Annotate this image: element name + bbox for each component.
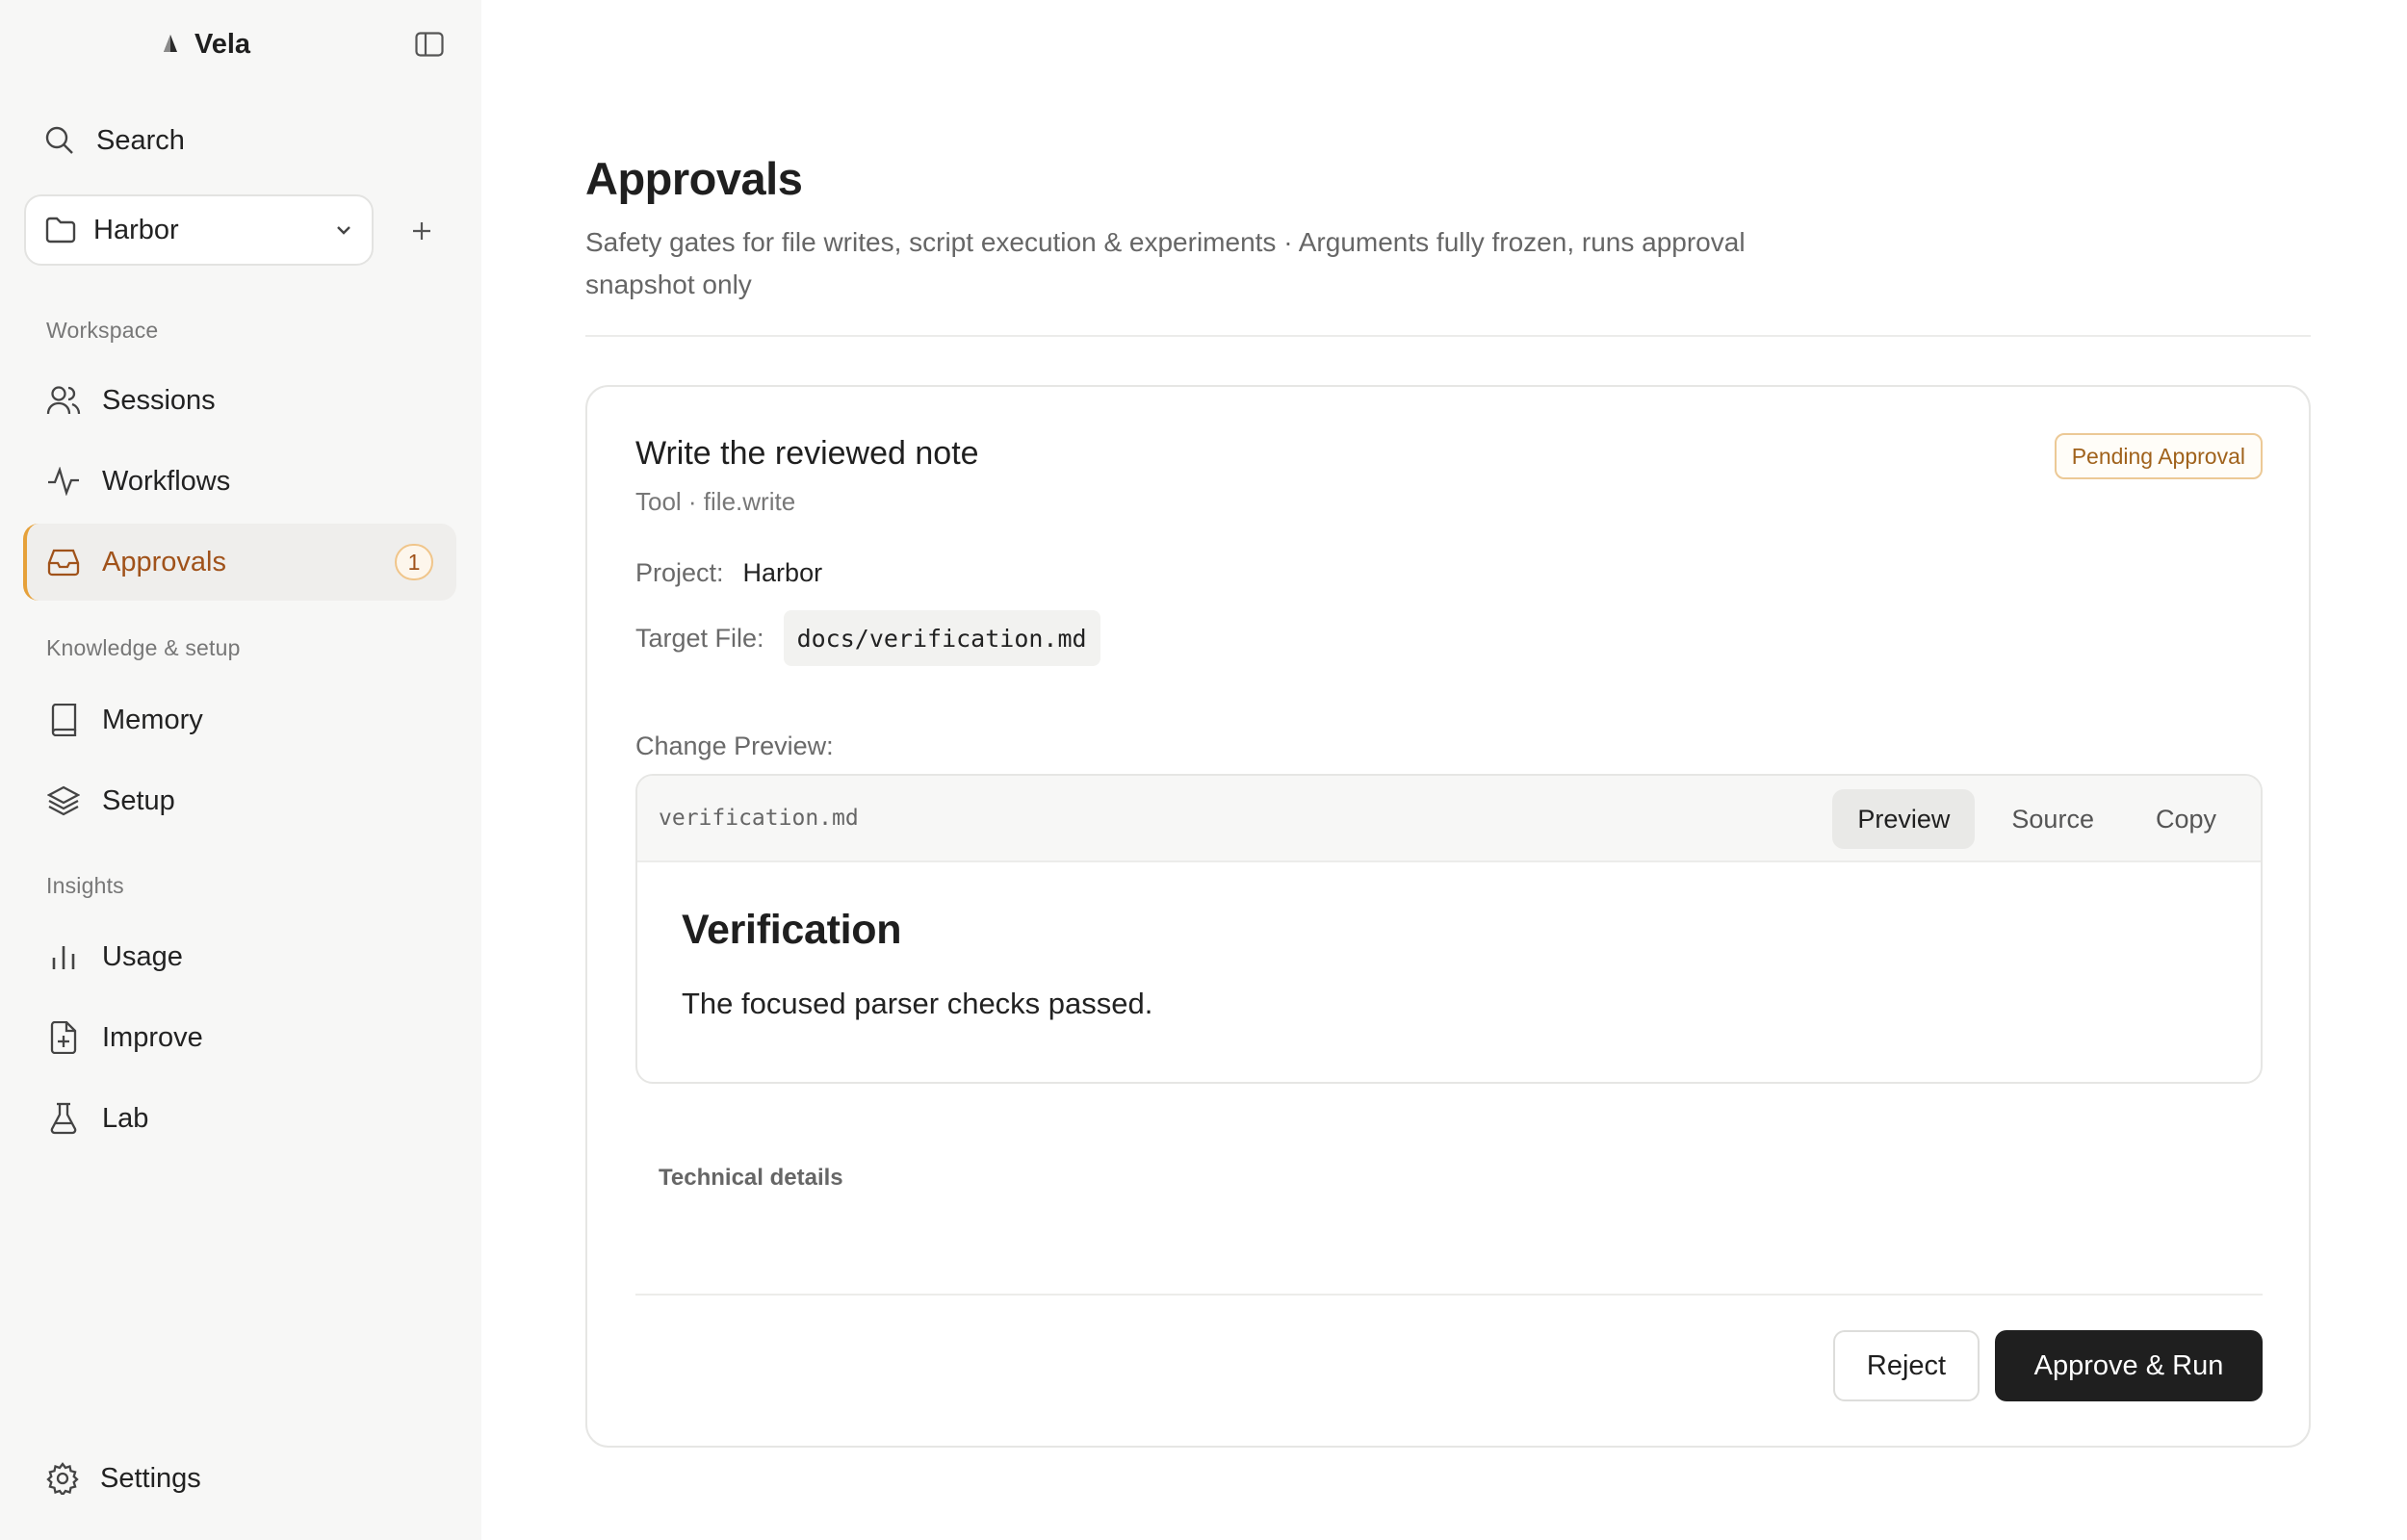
target-file-row: Target File: docs/verification.md — [635, 610, 1100, 666]
sidebar-toggle-icon[interactable] — [412, 27, 447, 62]
project-row: Project: Harbor — [635, 558, 822, 588]
section-title-workspace: Workspace — [46, 318, 159, 343]
technical-details-toggle[interactable]: Technical details — [659, 1165, 843, 1192]
settings-label: Settings — [100, 1462, 201, 1494]
activity-icon — [46, 464, 81, 499]
plus-icon — [411, 220, 432, 242]
sidebar-item-label: Usage — [102, 940, 183, 972]
divider — [635, 1294, 2263, 1296]
tab-source[interactable]: Source — [1986, 789, 2119, 849]
preview-tabs: Preview Source Copy — [1832, 789, 2241, 849]
preview-heading: Verification — [682, 907, 902, 953]
sidebar-item-approvals[interactable]: Approvals 1 — [23, 524, 456, 601]
status-badge: Pending Approval — [2054, 433, 2263, 479]
approval-title: Write the reviewed note — [635, 435, 979, 472]
project-label: Project: — [635, 558, 724, 587]
users-icon — [46, 383, 81, 418]
divider — [585, 335, 2311, 337]
preview-body: Verification The focused parser checks p… — [637, 862, 2261, 1021]
approval-tool: Tool · file.write — [635, 487, 796, 516]
sidebar-item-label: Lab — [102, 1102, 149, 1134]
page-subtitle: Safety gates for file writes, script exe… — [585, 227, 1746, 299]
tab-preview[interactable]: Preview — [1832, 789, 1976, 849]
project-value: Harbor — [742, 558, 823, 587]
sidebar-item-label: Workflows — [102, 465, 231, 497]
search-button[interactable]: Search — [44, 116, 185, 166]
app-window: Vela Search Harbor Workspace Sessions Wo… — [0, 0, 2407, 1540]
layers-icon — [46, 783, 81, 818]
sidebar-item-lab[interactable]: Lab — [23, 1080, 456, 1157]
target-file-label: Target File: — [635, 623, 764, 653]
add-project-button[interactable] — [404, 214, 439, 248]
brand[interactable]: Vela — [160, 25, 250, 64]
reject-button[interactable]: Reject — [1833, 1330, 1980, 1401]
project-name: Harbor — [93, 214, 179, 245]
bar-chart-icon — [46, 939, 81, 974]
sidebar-item-label: Improve — [102, 1021, 203, 1053]
target-file-path: docs/verification.md — [783, 610, 1100, 666]
sidebar-item-sessions[interactable]: Sessions — [23, 362, 456, 439]
sidebar-item-label: Sessions — [102, 384, 216, 416]
search-icon — [44, 125, 75, 156]
folder-icon — [45, 217, 76, 244]
chevron-down-icon — [335, 224, 352, 236]
copy-button[interactable]: Copy — [2131, 789, 2241, 849]
sidebar-item-label: Approvals — [102, 546, 226, 578]
section-title-insights: Insights — [46, 873, 124, 898]
approvals-count-badge: 1 — [395, 544, 433, 580]
sidebar-item-label: Memory — [102, 704, 203, 735]
change-preview-label: Change Preview: — [635, 732, 834, 760]
page-title: Approvals — [585, 153, 803, 204]
approve-run-button[interactable]: Approve & Run — [1995, 1330, 2263, 1401]
app-name: Vela — [194, 28, 251, 60]
sidebar-item-usage[interactable]: Usage — [23, 918, 456, 995]
project-selector[interactable]: Harbor — [24, 194, 374, 266]
preview-text: The focused parser checks passed. — [682, 987, 1153, 1020]
sidebar-item-setup[interactable]: Setup — [23, 762, 456, 839]
sidebar-item-label: Setup — [102, 784, 175, 816]
sidebar-item-settings[interactable]: Settings — [46, 1453, 201, 1503]
sail-logo-icon — [160, 34, 181, 55]
section-title-knowledge: Knowledge & setup — [46, 635, 241, 660]
approval-card: Write the reviewed note Tool · file.writ… — [585, 385, 2311, 1448]
sidebar-item-memory[interactable]: Memory — [23, 681, 456, 758]
file-plus-icon — [46, 1020, 81, 1055]
gear-icon — [46, 1462, 79, 1495]
book-icon — [46, 703, 81, 737]
change-preview-panel: verification.md Preview Source Copy Veri… — [635, 774, 2263, 1084]
main-content: Approvals Safety gates for file writes, … — [481, 0, 2407, 1540]
sidebar-item-improve[interactable]: Improve — [23, 999, 456, 1076]
flask-icon — [46, 1101, 81, 1136]
search-label: Search — [96, 124, 185, 156]
sidebar: Vela Search Harbor Workspace Sessions Wo… — [0, 0, 481, 1540]
sidebar-item-workflows[interactable]: Workflows — [23, 443, 456, 520]
inbox-icon — [46, 545, 81, 579]
preview-toolbar: verification.md Preview Source Copy — [637, 776, 2261, 862]
preview-filename: verification.md — [659, 806, 859, 831]
